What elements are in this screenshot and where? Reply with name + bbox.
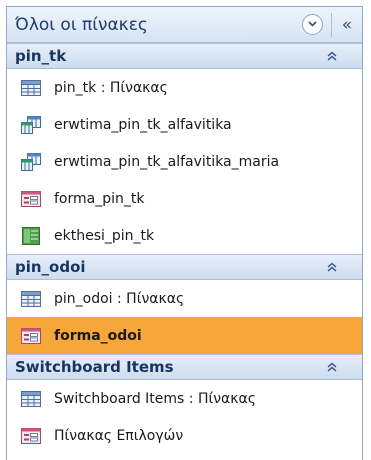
chevron-up-icon[interactable] <box>324 48 340 64</box>
chevron-up-icon[interactable] <box>324 259 340 275</box>
group-header[interactable]: pin_tk <box>7 43 362 69</box>
navigation-pane: Όλοι οι πίνακες « pin_tk pin_tk : Πίνακας… <box>6 6 363 460</box>
item-label: Πίνακας Επιλογών <box>54 427 184 444</box>
item-label: forma_odoi <box>54 327 142 344</box>
query-icon <box>21 115 41 134</box>
navigation-pane-header[interactable]: Όλοι οι πίνακες « <box>7 7 362 43</box>
item-label: forma_pin_tk <box>54 190 145 207</box>
query-icon <box>21 152 41 171</box>
item-label: pin_tk : Πίνακας <box>54 79 168 96</box>
group-title: pin_odoi <box>15 258 86 276</box>
chevron-up-icon[interactable] <box>324 359 340 375</box>
collapse-pane-button[interactable]: « <box>338 15 356 35</box>
navigation-item[interactable]: Switchboard Items : Πίνακας <box>7 380 362 417</box>
object-groups: pin_tk pin_tk : Πίνακας erwtima_pin_tk_alf… <box>7 43 362 454</box>
navigation-item[interactable]: pin_odoi : Πίνακας <box>7 280 362 317</box>
item-label: pin_odoi : Πίνακας <box>54 290 185 307</box>
form-icon <box>21 327 41 345</box>
item-label: erwtima_pin_tk_alfavitika <box>54 116 232 133</box>
group-header[interactable]: pin_odoi <box>7 254 362 280</box>
header-divider <box>331 12 332 37</box>
navigation-item[interactable]: pin_tk : Πίνακας <box>7 69 362 106</box>
navigation-item[interactable]: ekthesi_pin_tk <box>7 217 362 254</box>
navigation-item[interactable]: forma_pin_tk <box>7 180 362 217</box>
navigation-item[interactable]: Πίνακας Επιλογών <box>7 417 362 454</box>
item-label: ekthesi_pin_tk <box>54 227 155 244</box>
table-icon <box>21 290 41 308</box>
report-icon <box>21 226 41 245</box>
chevron-down-icon[interactable] <box>302 14 323 35</box>
table-icon <box>21 390 41 408</box>
item-label: Switchboard Items : Πίνακας <box>54 390 256 407</box>
group-title: pin_tk <box>15 47 67 65</box>
item-label: erwtima_pin_tk_alfavitika_maria <box>54 153 280 170</box>
group-title: Switchboard Items <box>15 358 174 376</box>
table-icon <box>21 79 41 97</box>
form-icon <box>21 190 41 208</box>
navigation-pane-title[interactable]: Όλοι οι πίνακες <box>15 15 302 35</box>
navigation-item[interactable]: forma_odoi <box>7 317 362 354</box>
group-header[interactable]: Switchboard Items <box>7 354 362 380</box>
navigation-item[interactable]: erwtima_pin_tk_alfavitika_maria <box>7 143 362 180</box>
navigation-item[interactable]: erwtima_pin_tk_alfavitika <box>7 106 362 143</box>
form-icon <box>21 427 41 445</box>
